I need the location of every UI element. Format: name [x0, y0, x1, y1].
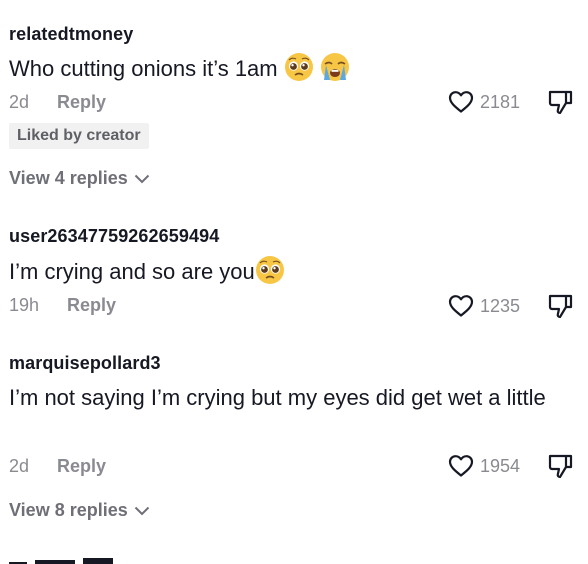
heart-outline-icon [448, 455, 474, 477]
liked-by-creator-badge: Liked by creator [9, 123, 149, 149]
view-replies-label: View 4 replies [9, 168, 128, 188]
heart-outline-icon [448, 295, 474, 317]
like-count: 2181 [480, 91, 521, 112]
dislike-button[interactable] [546, 292, 574, 320]
comment-actions: 1235 [448, 292, 574, 320]
view-replies-button[interactable]: View 8 replies [9, 500, 150, 521]
like-count: 1235 [480, 295, 521, 316]
comment-username[interactable]: marquisepollard3 [9, 353, 161, 374]
loudly-crying-face-emoji-icon [320, 52, 350, 92]
comment-time: 19h [9, 295, 40, 315]
comment-actions: 2181 [448, 88, 574, 116]
comment-text-body: Who cutting onions it’s 1am [9, 56, 278, 81]
like-button[interactable]: 2181 [448, 90, 524, 114]
reply-button[interactable]: Reply [57, 92, 106, 113]
thumbs-down-icon [548, 294, 573, 319]
thumbs-down-icon [548, 454, 573, 479]
comment-text-body: I’m crying and so are you [9, 259, 255, 284]
reply-button[interactable]: Reply [67, 295, 116, 316]
thumbs-down-icon [548, 90, 573, 115]
comment-text: I’m crying and so are you [9, 255, 574, 295]
comment-meta: 19h Reply [9, 295, 116, 316]
dislike-button[interactable] [546, 452, 574, 480]
next-comment-partial [9, 556, 119, 564]
comment-username[interactable]: relatedtmoney [9, 24, 133, 45]
like-button[interactable]: 1235 [448, 294, 524, 318]
heart-outline-icon [448, 91, 474, 113]
dislike-button[interactable] [546, 88, 574, 116]
comment-text: Who cutting onions it’s 1am [9, 52, 574, 92]
comment-time: 2d [9, 456, 30, 476]
comment-username[interactable]: user26347759262659494 [9, 226, 219, 247]
comment-text: I’m not saying I’m crying but my eyes di… [9, 385, 546, 410]
pleading-face-emoji-icon [255, 255, 285, 295]
view-replies-button[interactable]: View 4 replies [9, 168, 150, 189]
like-button[interactable]: 1954 [448, 454, 524, 478]
view-replies-label: View 8 replies [9, 500, 128, 520]
reply-button[interactable]: Reply [57, 456, 106, 477]
comment-time: 2d [9, 92, 30, 112]
pleading-face-emoji-icon [284, 52, 314, 92]
chevron-down-icon [134, 174, 149, 183]
like-count: 1954 [480, 455, 521, 476]
comment-meta: 2d Reply [9, 92, 106, 113]
comment-actions: 1954 [448, 452, 574, 480]
comment-meta: 2d Reply [9, 456, 106, 477]
chevron-down-icon [134, 506, 149, 515]
